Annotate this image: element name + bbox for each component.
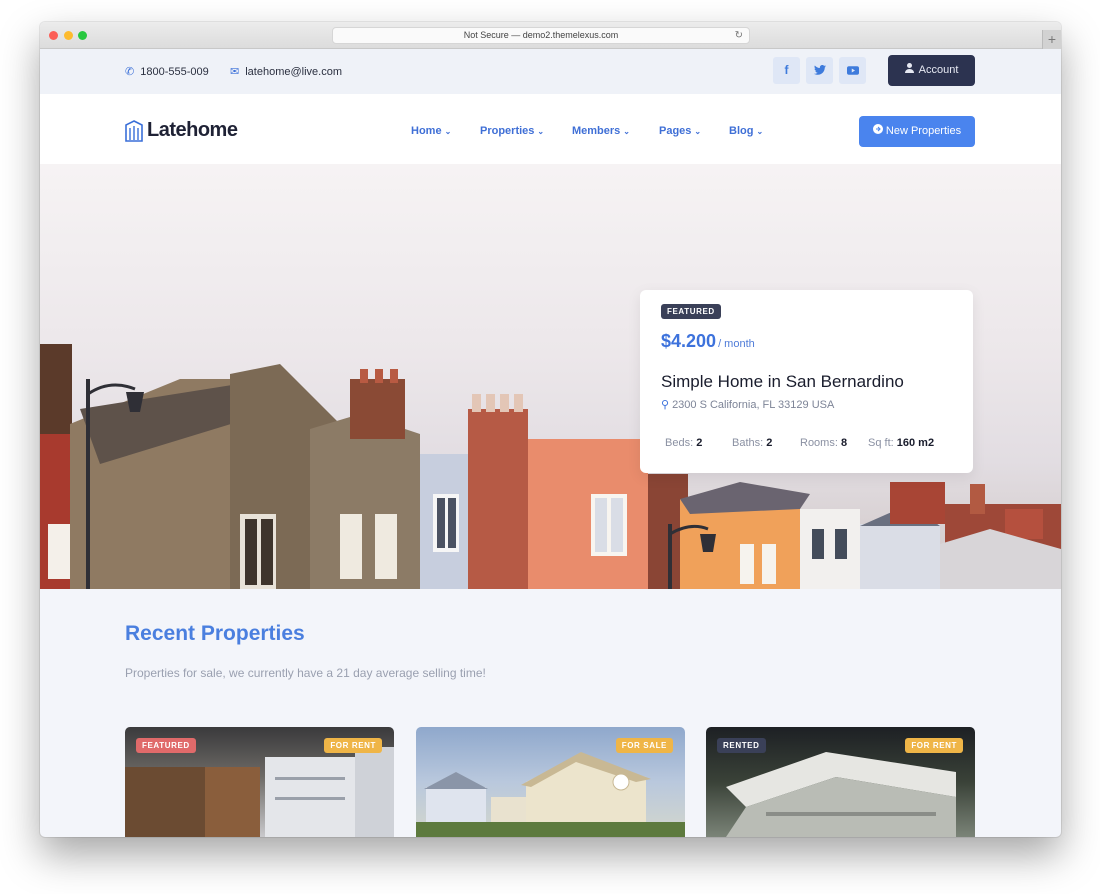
email-icon: ✉	[230, 66, 240, 78]
facebook-icon[interactable]: f	[773, 57, 800, 84]
stat-label: Baths:	[732, 437, 764, 449]
property-card[interactable]: FEATURED FOR RENT	[125, 727, 394, 837]
nav-item-blog[interactable]: Blog ⌄	[729, 125, 763, 137]
stat-label: Sq ft:	[868, 437, 894, 449]
user-icon	[904, 55, 914, 86]
price-period: / month	[718, 338, 755, 350]
email-contact[interactable]: ✉ latehome@live.com	[230, 65, 342, 79]
nav-item-members[interactable]: Members ⌄	[572, 125, 630, 137]
property-price: $4.200/ month	[661, 331, 755, 352]
map-pin-icon: ⚲	[661, 399, 670, 411]
for-sale-badge: FOR SALE	[615, 738, 673, 753]
minimize-window-icon[interactable]	[64, 31, 73, 40]
stat-baths: Baths: 2	[732, 437, 772, 449]
account-label: Account	[918, 64, 959, 76]
nav-item-pages[interactable]: Pages ⌄	[659, 125, 701, 137]
nav-item-home[interactable]: Home ⌄	[411, 125, 451, 137]
nav-item-label: Members	[572, 125, 621, 137]
arrow-circle-icon	[872, 116, 883, 147]
property-card[interactable]: RENTED FOR RENT	[706, 727, 975, 837]
nav-item-label: Pages	[659, 125, 692, 137]
new-tab-icon[interactable]: +	[1042, 30, 1061, 49]
stat-sqft: Sq ft: 160 m2	[868, 437, 934, 449]
phone-icon: ✆	[125, 66, 135, 78]
new-properties-label: New Properties	[885, 125, 962, 137]
maximize-window-icon[interactable]	[78, 31, 87, 40]
youtube-icon[interactable]	[839, 57, 866, 84]
chevron-down-icon: ⌄	[694, 127, 702, 136]
stat-value: 8	[840, 437, 848, 449]
property-card[interactable]: FOR SALE	[416, 727, 685, 837]
nav-item-properties[interactable]: Properties ⌄	[480, 125, 544, 137]
for-rent-badge: FOR RENT	[905, 738, 963, 753]
address-text: 2300 S California, FL 33129 USA	[672, 399, 835, 411]
reload-icon[interactable]: ↻	[735, 28, 743, 43]
rented-badge: RENTED	[717, 738, 766, 753]
chevron-down-icon: ⌄	[623, 127, 630, 136]
price-value: $4.200	[661, 331, 717, 351]
for-rent-badge: FOR RENT	[324, 738, 382, 753]
address-bar[interactable]: Not Secure — demo2.themelexus.com ↻	[332, 27, 750, 44]
stat-value: 160 m2	[896, 437, 935, 449]
phone-contact[interactable]: ✆ 1800-555-009	[125, 65, 209, 79]
featured-badge: FEATURED	[661, 304, 721, 319]
stat-value: 2	[696, 437, 703, 449]
property-address: ⚲ 2300 S California, FL 33129 USA	[661, 398, 834, 411]
hero-banner: FEATURED $4.200/ month Simple Home in Sa…	[40, 164, 1061, 589]
stat-rooms: Rooms: 8	[800, 437, 847, 449]
close-window-icon[interactable]	[49, 31, 58, 40]
stat-label: Rooms:	[800, 437, 838, 449]
logo-icon	[125, 119, 143, 142]
stat-value: 2	[766, 437, 773, 449]
twitter-icon[interactable]	[806, 57, 833, 84]
phone-number: 1800-555-009	[140, 65, 209, 78]
recent-properties-subtitle: Properties for sale, we currently have a…	[125, 666, 486, 680]
nav-item-label: Blog	[729, 125, 754, 137]
recent-properties-title: Recent Properties	[125, 622, 305, 645]
main-navbar: Latehome Home ⌄ Properties ⌄ Members ⌄ Page…	[40, 94, 1061, 164]
property-title[interactable]: Simple Home in San Bernardino	[661, 372, 904, 392]
nav-item-label: Properties	[480, 125, 535, 137]
email-address: latehome@live.com	[245, 65, 342, 78]
featured-property-card[interactable]: FEATURED $4.200/ month Simple Home in Sa…	[640, 290, 973, 473]
account-button[interactable]: Account	[888, 55, 975, 86]
top-bar: ✆ 1800-555-009 ✉ latehome@live.com f Acc…	[40, 49, 1061, 94]
featured-badge: FEATURED	[136, 738, 196, 753]
address-bar-url: Not Secure — demo2.themelexus.com	[463, 30, 619, 40]
stat-label: Beds:	[665, 437, 694, 449]
stat-beds: Beds: 2	[665, 437, 702, 449]
chevron-down-icon: ⌄	[537, 127, 545, 136]
chevron-down-icon: ⌄	[444, 127, 452, 136]
browser-chrome: Not Secure — demo2.themelexus.com ↻ +	[40, 22, 1061, 49]
logo-text: Latehome	[147, 119, 238, 141]
browser-window: Not Secure — demo2.themelexus.com ↻ + ✆ …	[40, 22, 1061, 837]
new-properties-button[interactable]: New Properties	[859, 116, 975, 147]
chevron-down-icon: ⌄	[756, 127, 764, 136]
site-logo[interactable]: Latehome	[125, 119, 238, 142]
nav-item-label: Home	[411, 125, 442, 137]
